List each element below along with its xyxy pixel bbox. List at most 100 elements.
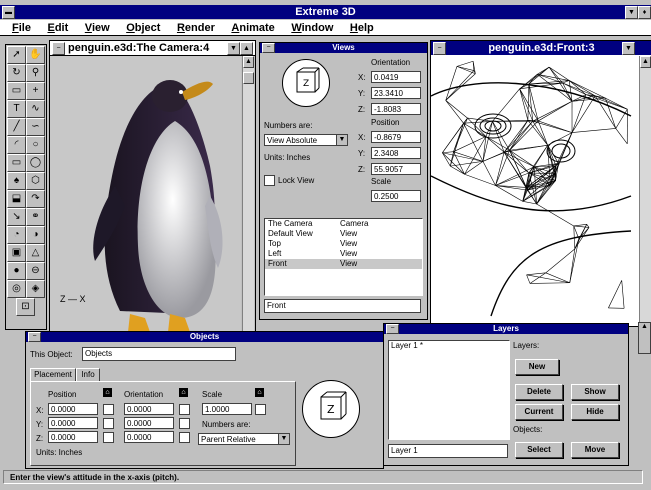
views-title-bar[interactable]: Views bbox=[260, 43, 427, 53]
obj-numbers-select[interactable]: Parent Relative ▼ bbox=[198, 433, 290, 445]
position-z-field[interactable]: 55.9057 bbox=[371, 163, 421, 175]
menu-render[interactable]: Render bbox=[177, 20, 215, 36]
sphere-tool-icon[interactable]: ● bbox=[7, 262, 26, 280]
text-T-tool-icon[interactable]: T bbox=[7, 100, 26, 118]
obj-orientation-z-field[interactable]: 0.0000 bbox=[124, 431, 174, 443]
obj-orientation-x-field[interactable]: 0.0000 bbox=[124, 403, 174, 415]
minimize-button[interactable]: ▼ bbox=[625, 6, 638, 19]
circle-tool-icon[interactable]: ○ bbox=[26, 136, 45, 154]
front-wireframe-viewport[interactable] bbox=[431, 56, 639, 324]
position-x-lock-checkbox[interactable] bbox=[103, 404, 114, 415]
orientation-z-field[interactable]: -1.8083 bbox=[371, 103, 421, 115]
line-tool-icon[interactable]: ╱ bbox=[7, 118, 26, 136]
view-numbers-select[interactable]: View Absolute ▼ bbox=[264, 134, 348, 146]
hide-layer-button[interactable]: Hide bbox=[571, 404, 619, 420]
tab-placement[interactable]: Placement bbox=[30, 368, 76, 381]
menu-animate[interactable]: Animate bbox=[231, 20, 274, 36]
skin-tool-icon[interactable]: ◑ bbox=[26, 226, 45, 244]
move-objects-button[interactable]: Move bbox=[571, 442, 619, 458]
list-item[interactable]: Top View bbox=[265, 239, 422, 249]
front-window-title-bar[interactable]: penguin.e3d:Front:3 bbox=[431, 41, 651, 55]
rectangle-tool-icon[interactable]: ▭ bbox=[7, 154, 26, 172]
arc-tool-icon[interactable]: ◜ bbox=[7, 136, 26, 154]
orientation-z-lock-checkbox[interactable] bbox=[179, 432, 190, 443]
menu-help[interactable]: Help bbox=[350, 20, 374, 36]
object-orientation-globe-icon[interactable]: Z bbox=[302, 380, 360, 438]
orientation-x-lock-checkbox[interactable] bbox=[179, 404, 190, 415]
menu-file[interactable]: File bbox=[12, 20, 31, 36]
delete-layer-button[interactable]: Delete bbox=[515, 384, 563, 400]
obj-position-y-field[interactable]: 0.0000 bbox=[48, 417, 98, 429]
box-tool-icon[interactable]: ▣ bbox=[7, 244, 26, 262]
obj-position-x-field[interactable]: 0.0000 bbox=[48, 403, 98, 415]
marquee-tool-icon[interactable]: ▭ bbox=[7, 82, 26, 100]
polygon3d-tool-icon[interactable]: ◈ bbox=[26, 280, 45, 298]
select-objects-button[interactable]: Select bbox=[515, 442, 563, 458]
list-item[interactable]: The Camera Camera bbox=[265, 219, 422, 229]
position-x-field[interactable]: -0.8679 bbox=[371, 131, 421, 143]
list-item[interactable]: Layer 1 * bbox=[389, 341, 509, 351]
lock-view-checkbox[interactable] bbox=[264, 175, 275, 186]
this-object-field[interactable]: Objects bbox=[82, 347, 236, 361]
list-item[interactable]: Front View bbox=[265, 259, 422, 269]
lock-icon[interactable]: ⌂ bbox=[103, 388, 112, 397]
curve-tool-icon[interactable]: ∽ bbox=[26, 118, 45, 136]
hand-tool-icon[interactable]: ✋ bbox=[26, 46, 45, 64]
current-layer-button[interactable]: Current bbox=[515, 404, 563, 420]
position-y-field[interactable]: 2.3408 bbox=[371, 147, 421, 159]
camera-window-title-bar[interactable]: − penguin.e3d:The Camera:4 ▼ ▲ bbox=[50, 41, 255, 56]
front-window-minimize-button[interactable]: ▼ bbox=[622, 42, 635, 55]
list-item[interactable]: Default View View bbox=[265, 229, 422, 239]
restore-button[interactable]: ♦ bbox=[638, 6, 651, 19]
position-y-lock-checkbox[interactable] bbox=[103, 418, 114, 429]
orientation-y-field[interactable]: 23.3410 bbox=[371, 87, 421, 99]
scale-lock-checkbox[interactable] bbox=[255, 404, 266, 415]
views-list[interactable]: The Camera Camera Default View View Top View L… bbox=[264, 218, 423, 296]
menu-window[interactable]: Window bbox=[291, 20, 333, 36]
new-layer-button[interactable]: New bbox=[515, 359, 559, 375]
orientation-x-field[interactable]: 0.0419 bbox=[371, 71, 421, 83]
lathe-tool-icon[interactable]: ◔ bbox=[7, 226, 26, 244]
camera-viewport[interactable]: Z — X bbox=[50, 56, 241, 334]
obj-scale-field[interactable]: 1.0000 bbox=[202, 403, 252, 415]
front-window-scrollbar[interactable]: ▲ bbox=[639, 56, 651, 324]
views-close-icon[interactable]: − bbox=[262, 43, 275, 53]
select-arrow-tool-icon[interactable]: ➚ bbox=[7, 46, 26, 64]
cylinder-tool-icon[interactable]: ⊖ bbox=[26, 262, 45, 280]
ellipse-tool-icon[interactable]: ◯ bbox=[26, 154, 45, 172]
system-menu-icon[interactable]: ▬ bbox=[2, 6, 15, 19]
tab-info[interactable]: Info bbox=[76, 368, 100, 382]
link-tool-icon[interactable]: ⚭ bbox=[26, 208, 45, 226]
paint-tool-icon[interactable]: ♠ bbox=[7, 172, 26, 190]
torus-tool-icon[interactable]: ◎ bbox=[7, 280, 26, 298]
extrude-tool-icon[interactable]: ⬓ bbox=[7, 190, 26, 208]
layers-close-icon[interactable]: − bbox=[386, 324, 399, 334]
obj-position-z-field[interactable]: 0.0000 bbox=[48, 431, 98, 443]
camera-window-menu-icon[interactable]: − bbox=[52, 42, 65, 55]
pointer-tool-icon[interactable]: ↘ bbox=[7, 208, 26, 226]
front-window-menu-icon[interactable]: − bbox=[433, 42, 446, 55]
objects-title-bar[interactable]: Objects bbox=[26, 332, 383, 342]
position-z-lock-checkbox[interactable] bbox=[103, 432, 114, 443]
menu-view[interactable]: View bbox=[85, 20, 110, 36]
rotate-tool-icon[interactable]: ↻ bbox=[7, 64, 26, 82]
freehand-tool-icon[interactable]: ∿ bbox=[26, 100, 45, 118]
menu-object[interactable]: Object bbox=[126, 20, 160, 36]
camera-window-scrollbar[interactable]: ▲ bbox=[242, 56, 254, 334]
plus-tool-icon[interactable]: + bbox=[26, 82, 45, 100]
view-scale-field[interactable]: 0.2500 bbox=[371, 190, 421, 202]
camera-window-maximize-button[interactable]: ▲ bbox=[240, 42, 253, 55]
cone-tool-icon[interactable]: △ bbox=[26, 244, 45, 262]
list-item[interactable]: Left View bbox=[265, 249, 422, 259]
orientation-y-lock-checkbox[interactable] bbox=[179, 418, 190, 429]
view-orientation-globe-icon[interactable]: Z bbox=[282, 59, 330, 107]
layers-list[interactable]: Layer 1 * bbox=[388, 340, 510, 440]
objects-close-icon[interactable]: − bbox=[28, 332, 41, 342]
sweep-tool-icon[interactable]: ↷ bbox=[26, 190, 45, 208]
layer-name-field[interactable]: Layer 1 bbox=[388, 444, 508, 458]
obj-orientation-y-field[interactable]: 0.0000 bbox=[124, 417, 174, 429]
show-layer-button[interactable]: Show bbox=[571, 384, 619, 400]
polygon-tool-icon[interactable]: ⬡ bbox=[26, 172, 45, 190]
lock-icon[interactable]: ⌂ bbox=[179, 388, 188, 397]
camera-window-minimize-button[interactable]: ▼ bbox=[227, 42, 240, 55]
